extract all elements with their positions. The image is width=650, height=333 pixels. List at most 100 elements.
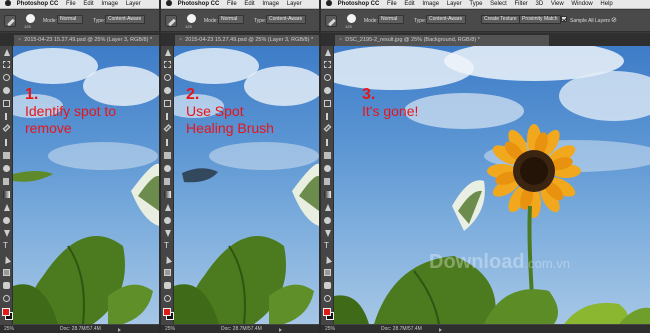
document-tab[interactable]: × 2015-04-23 15.27.49.psd @ 25% (Layer 3,… bbox=[175, 35, 319, 46]
pen-icon[interactable] bbox=[325, 230, 331, 237]
gradient-icon[interactable] bbox=[164, 191, 171, 198]
history-brush-icon[interactable] bbox=[324, 165, 331, 172]
sample-all-layers-checkbox[interactable] bbox=[561, 16, 567, 22]
menu-filter[interactable]: Filter bbox=[514, 0, 527, 8]
menu-layer[interactable]: Layer bbox=[126, 0, 141, 8]
foreground-color-swatch[interactable] bbox=[163, 308, 171, 316]
mode-select[interactable]: Normal bbox=[218, 15, 244, 24]
eyedropper-icon[interactable] bbox=[5, 113, 7, 120]
menu-image[interactable]: Image bbox=[101, 0, 118, 8]
lasso-icon[interactable] bbox=[3, 74, 10, 81]
close-tab-icon[interactable]: × bbox=[339, 37, 342, 43]
menu-edit[interactable]: Edit bbox=[83, 0, 93, 8]
path-selection-icon[interactable] bbox=[323, 255, 333, 264]
apple-icon[interactable] bbox=[326, 0, 332, 6]
move-icon[interactable] bbox=[165, 49, 171, 56]
clone-stamp-icon[interactable] bbox=[164, 152, 171, 159]
move-icon[interactable] bbox=[4, 49, 10, 56]
menu-app-name[interactable]: Photoshop CC bbox=[17, 0, 59, 8]
pen-icon[interactable] bbox=[165, 230, 171, 237]
history-brush-icon[interactable] bbox=[3, 165, 10, 172]
apple-icon[interactable] bbox=[5, 0, 11, 6]
marquee-icon[interactable] bbox=[3, 61, 10, 68]
document-tab[interactable]: × 2015-04-23 15.27.49.psd @ 25% (Layer 3,… bbox=[14, 35, 159, 46]
menu-edit[interactable]: Edit bbox=[404, 0, 414, 8]
menu-app-name[interactable]: Photoshop CC bbox=[178, 0, 220, 8]
spot-healing-brush-icon[interactable] bbox=[165, 15, 177, 27]
menu-file[interactable]: File bbox=[227, 0, 237, 8]
lasso-icon[interactable] bbox=[324, 74, 331, 81]
marquee-icon[interactable] bbox=[164, 61, 171, 68]
menu-edit[interactable]: Edit bbox=[244, 0, 254, 8]
crop-icon[interactable] bbox=[164, 100, 171, 107]
shape-icon[interactable] bbox=[324, 269, 331, 276]
status-menu-arrow-icon[interactable] bbox=[118, 328, 121, 332]
menu-file[interactable]: File bbox=[387, 0, 397, 8]
hand-icon[interactable] bbox=[3, 282, 10, 289]
dodge-icon[interactable] bbox=[164, 217, 171, 224]
menu-app-name[interactable]: Photoshop CC bbox=[338, 0, 380, 8]
pen-icon[interactable] bbox=[4, 230, 10, 237]
foreground-color-swatch[interactable] bbox=[2, 308, 10, 316]
zoom-icon[interactable] bbox=[3, 295, 10, 302]
menu-type[interactable]: Type bbox=[469, 0, 482, 8]
shape-icon[interactable] bbox=[3, 269, 10, 276]
lasso-icon[interactable] bbox=[164, 74, 171, 81]
gradient-icon[interactable] bbox=[3, 191, 10, 198]
eyedropper-icon[interactable] bbox=[326, 113, 328, 120]
menu-image[interactable]: Image bbox=[422, 0, 439, 8]
quick-selection-icon[interactable] bbox=[164, 87, 171, 94]
type-select[interactable]: Content-Aware bbox=[426, 15, 466, 24]
document-canvas[interactable]: 3. It's gone! Download.com.vn bbox=[334, 46, 650, 324]
status-menu-arrow-icon[interactable] bbox=[279, 328, 282, 332]
apple-icon[interactable] bbox=[166, 0, 172, 6]
crop-icon[interactable] bbox=[324, 100, 331, 107]
move-icon[interactable] bbox=[325, 49, 331, 56]
brush-preset-picker[interactable] bbox=[26, 14, 35, 23]
zoom-level[interactable]: 25% bbox=[165, 325, 175, 333]
menu-select[interactable]: Select bbox=[490, 0, 507, 8]
type-icon[interactable]: T bbox=[3, 242, 10, 250]
spot-healing-tool-icon[interactable] bbox=[323, 124, 332, 132]
proximity-match-button[interactable]: Proximity Match bbox=[519, 15, 561, 24]
path-selection-icon[interactable] bbox=[2, 255, 12, 264]
mode-select[interactable]: Normal bbox=[378, 15, 404, 24]
spot-healing-brush-icon[interactable] bbox=[325, 15, 337, 27]
zoom-icon[interactable] bbox=[164, 295, 171, 302]
quick-selection-icon[interactable] bbox=[324, 87, 331, 94]
spot-healing-brush-icon[interactable] bbox=[4, 15, 16, 27]
brush-preset-picker[interactable] bbox=[347, 14, 356, 23]
shape-icon[interactable] bbox=[164, 269, 171, 276]
type-select[interactable]: Content-Aware bbox=[105, 15, 145, 24]
type-icon[interactable]: T bbox=[164, 242, 171, 250]
menu-view[interactable]: View bbox=[551, 0, 564, 8]
gradient-icon[interactable] bbox=[324, 191, 331, 198]
type-select[interactable]: Content-Aware bbox=[266, 15, 306, 24]
spot-healing-tool-icon[interactable] bbox=[2, 124, 11, 132]
brush-icon[interactable] bbox=[5, 139, 7, 146]
document-canvas[interactable]: 1. Identify spot to remove bbox=[13, 46, 159, 324]
eraser-icon[interactable] bbox=[164, 178, 170, 185]
spot-healing-tool-icon[interactable] bbox=[163, 124, 172, 132]
menu-3d[interactable]: 3D bbox=[535, 0, 543, 8]
menu-help[interactable]: Help bbox=[600, 0, 612, 8]
crop-icon[interactable] bbox=[3, 100, 10, 107]
zoom-icon[interactable] bbox=[324, 295, 331, 302]
eraser-icon[interactable] bbox=[3, 178, 9, 185]
document-tab[interactable]: × DSC_2195-2_result.jpg @ 25% (Background… bbox=[335, 35, 549, 46]
quick-selection-icon[interactable] bbox=[3, 87, 10, 94]
menu-file[interactable]: File bbox=[66, 0, 76, 8]
eraser-icon[interactable] bbox=[324, 178, 330, 185]
brush-icon[interactable] bbox=[326, 139, 328, 146]
type-icon[interactable]: T bbox=[324, 242, 331, 250]
close-tab-icon[interactable]: × bbox=[179, 37, 182, 43]
clone-stamp-icon[interactable] bbox=[3, 152, 10, 159]
blur-icon[interactable] bbox=[4, 204, 10, 211]
zoom-level[interactable]: 25% bbox=[325, 325, 335, 333]
document-canvas[interactable]: 2. Use Spot Healing Brush bbox=[174, 46, 319, 324]
create-texture-button[interactable]: Create Texture bbox=[481, 15, 520, 24]
dodge-icon[interactable] bbox=[324, 217, 331, 224]
menu-image[interactable]: Image bbox=[262, 0, 279, 8]
menu-window[interactable]: Window bbox=[571, 0, 592, 8]
history-brush-icon[interactable] bbox=[164, 165, 171, 172]
